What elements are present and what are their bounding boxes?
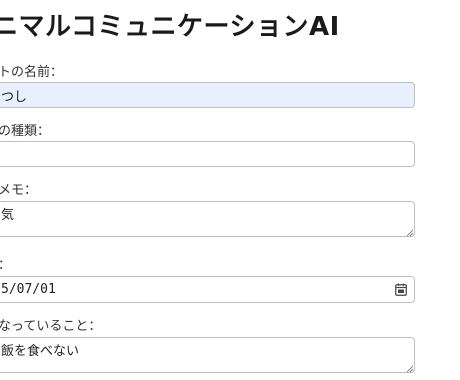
pet-form-page: ニマルコミュニケーションAI トの名前： の種類： メモ： 気 ： 5/07/0… [0, 0, 460, 380]
pet-name-label: トの名前： [0, 65, 64, 80]
memo-textarea[interactable]: 気 [0, 201, 415, 237]
pet-type-label: の種類： [0, 124, 51, 139]
resize-grip-icon[interactable] [406, 365, 414, 373]
resize-grip-icon[interactable] [406, 229, 414, 237]
page-title: ニマルコミュニケーションAI [0, 12, 340, 42]
concern-textarea[interactable]: 飯を食べない [0, 337, 415, 373]
calendar-icon[interactable] [395, 283, 407, 296]
date-value: 5/07/01 [1, 282, 56, 297]
date-label: ： [0, 254, 11, 273]
date-input[interactable]: 5/07/01 [0, 276, 415, 303]
pet-name-input[interactable] [0, 82, 415, 108]
memo-label: メモ： [0, 183, 38, 198]
concern-label: なっていること： [0, 319, 102, 334]
pet-type-input[interactable] [0, 141, 415, 167]
